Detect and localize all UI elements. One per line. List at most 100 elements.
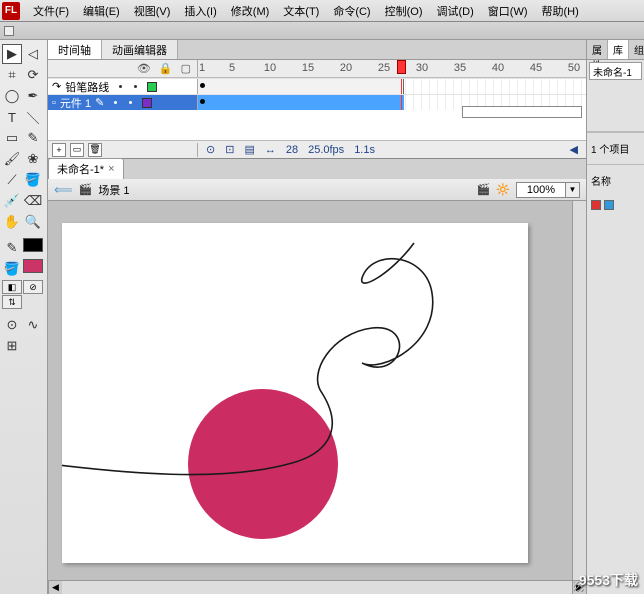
scroll-left-icon[interactable]: ◀ [48, 581, 62, 594]
eraser-tool-icon[interactable]: ⌫ [23, 191, 43, 211]
subselection-tool-icon[interactable]: ◁ [23, 44, 43, 64]
menu-window[interactable]: 窗口(W) [481, 1, 535, 21]
layer-color-swatch[interactable] [142, 98, 152, 108]
timeline-scrollbar[interactable] [462, 106, 582, 118]
eye-icon[interactable]: 👁 [137, 62, 151, 75]
scene-name[interactable]: 场景 1 [98, 182, 129, 198]
timeline-panel: 👁 🔒 ▢ 1 5 10 15 20 25 30 35 40 45 50 55 [48, 60, 586, 159]
ruler-tick: 1 [199, 62, 205, 74]
hand-tool-icon[interactable]: ✋ [2, 212, 22, 232]
bone-tool-icon[interactable]: ⟋ [2, 170, 22, 190]
right-panel-tabs: 属性 库 组 [587, 40, 644, 60]
layer-color-swatch[interactable] [147, 82, 157, 92]
new-folder-button[interactable]: ▭ [70, 143, 84, 157]
library-name-column[interactable]: 名称 [587, 164, 644, 196]
tab-library[interactable]: 库 [608, 40, 629, 59]
pencil-icon: ✎ [95, 96, 104, 109]
timeline-layer-row[interactable]: ↷ 铅笔路线 [48, 78, 586, 94]
playhead-icon[interactable] [397, 60, 406, 74]
ruler-tick: 10 [264, 62, 276, 74]
tab-properties[interactable]: 属性 [587, 40, 608, 59]
main-area: ▶ ◁ ⌗ ⟳ ◯ ✒ T ＼ ▭ ✎ 🖌 ❀ ⟋ 🪣 💉 ⌫ ✋ 🔍 ✎ 🪣 … [0, 40, 644, 594]
text-tool-icon[interactable]: T [2, 107, 22, 127]
zoom-tool-icon[interactable]: 🔍 [23, 212, 43, 232]
selection-tool-icon[interactable]: ▶ [2, 44, 22, 64]
stage-canvas[interactable] [62, 223, 528, 563]
back-arrow-icon[interactable]: ⟸ [54, 182, 73, 198]
menu-edit[interactable]: 编辑(E) [76, 1, 127, 21]
onion-outline-icon[interactable]: ⊡ [225, 143, 234, 156]
deco-tool-icon[interactable]: ❀ [23, 149, 43, 169]
menu-text[interactable]: 文本(T) [276, 1, 326, 21]
edit-symbol-icon[interactable]: 🔆 [496, 183, 510, 196]
guide-layer-icon: ↷ [52, 80, 61, 93]
close-icon[interactable]: × [108, 163, 114, 175]
straighten-tool-icon[interactable]: ⊞ [2, 336, 22, 356]
black-white-icon[interactable]: ◧ [2, 280, 22, 294]
frame-ruler[interactable]: 1 5 10 15 20 25 30 35 40 45 50 55 [198, 60, 586, 77]
toolbar-button-icon[interactable] [4, 26, 14, 36]
pencil-tool-icon[interactable]: ✎ [23, 128, 43, 148]
eyedropper-tool-icon[interactable]: 💉 [2, 191, 22, 211]
menu-view[interactable]: 视图(V) [127, 1, 178, 21]
3d-rotation-tool-icon[interactable]: ⟳ [23, 65, 43, 85]
document-tab[interactable]: 未命名-1* × [48, 158, 124, 179]
layer-icon: ▫ [52, 97, 56, 109]
horizontal-scrollbar[interactable]: ◀ ▶ [48, 580, 586, 594]
library-item-row[interactable] [587, 196, 644, 214]
menu-commands[interactable]: 命令(C) [326, 1, 377, 21]
zoom-dropdown-icon[interactable]: ▼ [566, 182, 580, 198]
menubar: FL 文件(F) 编辑(E) 视图(V) 插入(I) 修改(M) 文本(T) 命… [0, 0, 644, 22]
snap-tool-icon[interactable]: ⊙ [2, 315, 22, 335]
center-frame-icon[interactable]: ↔ [265, 144, 276, 156]
layer-label-area[interactable]: ↷ 铅笔路线 [48, 79, 198, 94]
line-tool-icon[interactable]: ＼ [23, 107, 43, 127]
library-item-count: 1 个项目 [587, 132, 644, 164]
free-transform-tool-icon[interactable]: ⌗ [2, 65, 22, 85]
timeline-header: 👁 🔒 ▢ 1 5 10 15 20 25 30 35 40 45 50 55 [48, 60, 586, 78]
fill-color-icon[interactable]: 🪣 [2, 259, 22, 279]
menu-debug[interactable]: 调试(D) [430, 1, 481, 21]
fill-color-swatch[interactable] [23, 259, 43, 273]
rectangle-tool-icon[interactable]: ▭ [2, 128, 22, 148]
layer-label-area[interactable]: ▫ 元件 1 ✎ [48, 95, 198, 110]
stroke-color-swatch[interactable] [23, 238, 43, 252]
brush-tool-icon[interactable]: 🖌 [2, 149, 22, 169]
menu-control[interactable]: 控制(O) [378, 1, 430, 21]
menu-insert[interactable]: 插入(I) [177, 1, 223, 21]
tab-motion-editor[interactable]: 动画编辑器 [102, 40, 178, 59]
menu-file[interactable]: 文件(F) [26, 1, 76, 21]
outline-icon[interactable]: ▢ [181, 62, 191, 75]
smooth-tool-icon[interactable]: ∿ [23, 315, 43, 335]
center-area: 时间轴 动画编辑器 👁 🔒 ▢ 1 5 10 15 20 25 30 35 [48, 40, 586, 594]
ruler-tick: 45 [530, 62, 542, 74]
onion-skin-icon[interactable]: ⊙ [206, 143, 215, 156]
paint-bucket-tool-icon[interactable]: 🪣 [23, 170, 43, 190]
menu-modify[interactable]: 修改(M) [224, 1, 277, 21]
ruler-tick: 35 [454, 62, 466, 74]
ruler-tick: 25 [378, 62, 390, 74]
delete-layer-button[interactable]: 🗑 [88, 143, 102, 157]
layer-frames[interactable] [198, 79, 586, 94]
vertical-scrollbar[interactable] [572, 201, 586, 580]
lasso-tool-icon[interactable]: ◯ [2, 86, 22, 106]
ruler-tick: 30 [416, 62, 428, 74]
tab-components[interactable]: 组 [629, 40, 644, 59]
stroke-color-icon[interactable]: ✎ [2, 238, 22, 258]
library-document-name[interactable]: 未命名-1 [589, 62, 642, 80]
pen-tool-icon[interactable]: ✒ [23, 86, 43, 106]
lock-icon[interactable]: 🔒 [159, 62, 173, 75]
no-color-icon[interactable]: ⊘ [23, 280, 43, 294]
toolbox: ▶ ◁ ⌗ ⟳ ◯ ✒ T ＼ ▭ ✎ 🖌 ❀ ⟋ 🪣 💉 ⌫ ✋ 🔍 ✎ 🪣 … [0, 40, 48, 594]
edit-frames-icon[interactable]: ▤ [244, 143, 254, 156]
swap-colors-icon[interactable]: ⇅ [2, 295, 22, 309]
tab-timeline[interactable]: 时间轴 [48, 40, 102, 59]
new-layer-button[interactable]: + [52, 143, 66, 157]
zoom-field[interactable]: 100% [516, 182, 566, 198]
edit-scene-icon[interactable]: 🎬 [477, 183, 491, 196]
layer-name[interactable]: 元件 1 [60, 95, 91, 111]
layer-name[interactable]: 铅笔路线 [65, 79, 109, 95]
scroll-left-icon[interactable]: ◀ [570, 143, 578, 156]
menu-help[interactable]: 帮助(H) [535, 1, 586, 21]
ruler-tick: 20 [340, 62, 352, 74]
